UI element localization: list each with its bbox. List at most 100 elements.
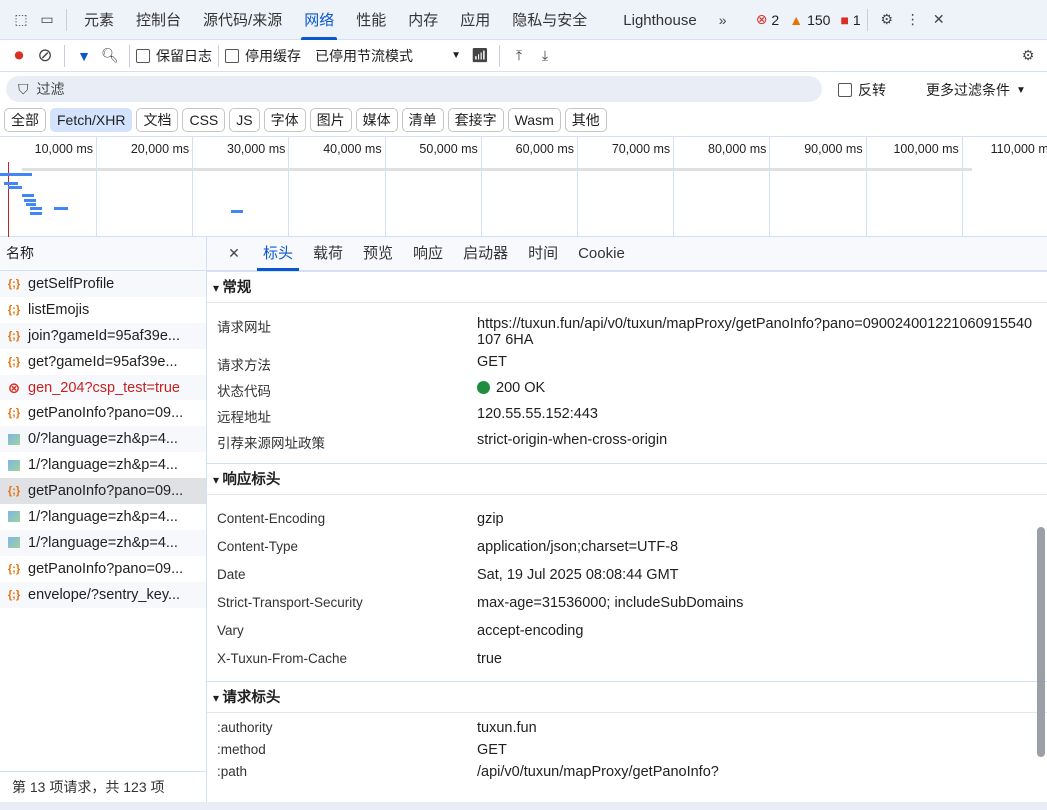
tab-1[interactable]: 控制台 [125,0,192,40]
details-tab-3[interactable]: 响应 [403,237,453,271]
issue-counters[interactable]: ⊗ 2 ▲ 150 ■ 1 [756,11,861,28]
request-row[interactable]: {;} listEmojis [0,297,206,323]
warning-icon: ▲ [789,11,804,28]
details-tab-4[interactable]: 启动器 [453,237,518,271]
request-bar [26,203,36,206]
type-filter-chip[interactable]: 字体 [263,108,306,132]
request-bar [4,182,18,185]
close-details-icon[interactable]: ✕ [221,241,247,267]
type-filter-chip[interactable]: 图片 [309,108,352,132]
tick-label: 60,000 ms [515,142,574,156]
request-list: 名称 {;} getSelfProfile {;} listEmojis {;} join… [0,237,207,802]
device-toolbar-icon[interactable]: ▭ [34,7,60,33]
import-har-icon[interactable]: ⤒ [506,43,532,69]
request-row[interactable]: {;} getPanoInfo?pano=09... [0,400,206,426]
more-options-icon[interactable]: ⋮ [900,7,926,33]
request-row[interactable]: {;} get?gameId=95af39e... [0,349,206,375]
type-filter-chip[interactable]: 其他 [564,108,607,132]
header-row: 请求方法 GET [207,351,1047,377]
scrollbar[interactable] [1037,527,1045,757]
request-row[interactable]: {;} envelope/?sentry_key... [0,581,206,608]
type-filter-chip[interactable]: 媒体 [355,108,398,132]
details-tab-1[interactable]: 载荷 [303,237,353,271]
name-column-header[interactable]: 名称 [0,237,206,271]
header-row: 远程地址 120.55.55.152:443 [207,403,1047,429]
request-row[interactable]: {;} join?gameId=95af39e... [0,322,206,349]
header-value-text: https://tuxun.fun/api/v0/tuxun/mapProxy/… [477,316,1033,348]
type-filter-chip[interactable]: Wasm [507,108,561,132]
request-row[interactable]: 1/?language=zh&p=4... [0,504,206,530]
type-filter-chip[interactable]: CSS [182,108,226,132]
request-row[interactable]: {;} getPanoInfo?pano=09... [0,478,206,505]
tab-0[interactable]: 元素 [73,0,125,40]
settings-gear-icon[interactable]: ⚙ [874,7,900,33]
type-filter-chip[interactable]: 文档 [136,108,179,132]
tick-label: 90,000 ms [804,142,863,156]
header-row: :path/api/v0/tuxun/mapProxy/getPanoInfo? [207,761,1047,783]
throttle-select[interactable]: 已停用节流模式 ▼ [315,46,461,66]
tab-7[interactable]: 隐私与安全 [501,0,598,40]
request-row[interactable]: ⊗ gen_204?csp_test=true [0,374,206,401]
request-row[interactable]: 1/?language=zh&p=4... [0,452,206,478]
tab-8[interactable]: Lighthouse [612,0,707,40]
network-settings-icon[interactable]: ⚙ [1015,43,1041,69]
header-value-text: 200 OK [496,380,546,396]
details-tab-0[interactable]: 标头 [253,237,303,271]
header-row: Strict-Transport-Security max-age=3153600… [207,589,1047,617]
export-har-icon[interactable]: ⤓ [532,43,558,69]
overview-timeline[interactable]: 10,000 ms 20,000 ms 30,000 ms 40,000 ms 50,0… [0,136,1047,237]
request-row[interactable]: {;} getPanoInfo?pano=09... [0,556,206,582]
request-section-header[interactable]: ▾ 请求标头 [207,681,1047,713]
details-tab-5[interactable]: 时间 [518,237,568,271]
fetch-icon: {;} [7,329,21,342]
invert-checkbox[interactable]: 反转 [838,80,886,100]
details-tab-6[interactable]: Cookie [568,237,635,271]
tab-5[interactable]: 内存 [397,0,449,40]
close-icon[interactable]: ✕ [926,7,952,33]
tab-4[interactable]: 性能 [345,0,397,40]
request-name: getPanoInfo?pano=09... [28,405,184,422]
resource-type-filters: 全部 Fetch/XHR 文档 CSS JS 字体 图片 媒体 清单 套接字 Wasm 其他 [4,108,607,132]
request-name: 1/?language=zh&p=4... [28,457,178,474]
timeline-tick: 30,000 ms [227,137,290,237]
request-name: listEmojis [28,301,90,318]
request-name: getPanoInfo?pano=09... [28,483,184,500]
type-filter-chip[interactable]: Fetch/XHR [50,108,133,132]
filter-placeholder: 过滤 [36,81,65,97]
triangle-down-icon: ▾ [213,281,223,295]
tab-6[interactable]: 应用 [449,0,501,40]
preserve-log-checkbox[interactable]: 保留日志 [136,46,212,66]
status-bar: 第 13 项请求，共 123 项 [0,771,207,802]
tick-label: 10,000 ms [34,142,93,156]
more-filters-dropdown[interactable]: 更多过滤条件 ▼ [926,80,1026,100]
clear-icon[interactable]: ⊘ [32,43,58,69]
more-tabs-icon[interactable]: » [710,7,736,33]
tab-3[interactable]: 网络 [293,0,345,40]
request-row[interactable]: {;} getSelfProfile [0,271,206,297]
record-icon[interactable]: ⏺ [6,43,32,69]
request-row[interactable]: 1/?language=zh&p=4... [0,529,206,556]
tick-label: 40,000 ms [323,142,382,156]
header-value: 120.55.55.152:443 [477,406,1037,426]
details-tab-2[interactable]: 预览 [353,237,403,271]
header-name: :method [217,742,266,757]
filter-icon[interactable]: ▼ [71,43,97,69]
header-row: 引荐来源网址政策 strict-origin-when-cross-origin [207,429,1047,455]
general-section-header[interactable]: ▾ 常规 [207,271,1047,303]
request-row[interactable]: 0/?language=zh&p=4... [0,426,206,453]
header-name: Content-Type [217,539,299,554]
type-filter-chip[interactable]: 套接字 [447,108,504,132]
header-value: 200 OK [477,380,1037,400]
search-icon[interactable]: 🔍︎ [97,43,123,69]
response-section-header[interactable]: ▾ 响应标头 [207,463,1047,495]
filter-input[interactable]: ⛉ 过滤 [6,76,822,102]
type-filter-chip[interactable]: 全部 [4,108,46,132]
type-filter-chip[interactable]: 清单 [401,108,444,132]
disable-cache-checkbox[interactable]: 停用缓存 [225,46,301,66]
tab-2[interactable]: 源代码/来源 [192,0,293,40]
timeline-tick: 50,000 ms [419,137,482,237]
inspect-element-icon[interactable]: ⬚ [8,7,34,33]
type-filter-chip[interactable]: JS [229,108,260,132]
image-icon [8,459,20,471]
network-conditions-icon[interactable]: 📶︎ [467,43,493,69]
